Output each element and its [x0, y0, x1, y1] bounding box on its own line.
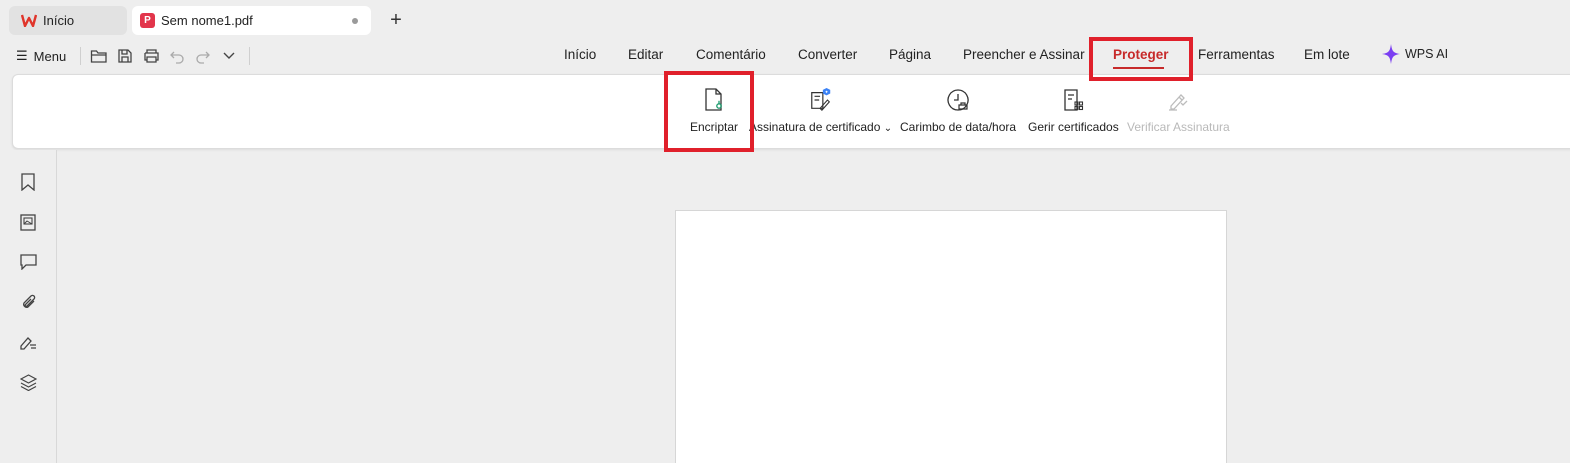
- verify-signature-icon: [1166, 88, 1190, 112]
- timestamp-icon: [946, 88, 970, 112]
- manage-certificates-button[interactable]: Gerir certificados: [1028, 88, 1119, 134]
- verify-signature-label: Verificar Assinatura: [1127, 120, 1230, 134]
- menu-row: ☰ Menu Início Editar Comentário Converte…: [0, 40, 1570, 72]
- save-icon[interactable]: [115, 46, 135, 66]
- highlight-box-proteger: [1089, 37, 1193, 81]
- chevron-down-icon[interactable]: [219, 46, 239, 66]
- document-page[interactable]: [675, 210, 1227, 463]
- new-tab-button[interactable]: +: [384, 8, 408, 32]
- tab-converter[interactable]: Converter: [798, 47, 857, 62]
- divider: [249, 47, 250, 65]
- timestamp-label: Carimbo de data/hora: [900, 120, 1017, 134]
- tab-document[interactable]: P Sem nome1.pdf: [132, 6, 371, 35]
- svg-text:✦: ✦: [824, 90, 828, 96]
- menu-label: Menu: [33, 48, 67, 64]
- tab-home[interactable]: Início: [9, 6, 127, 35]
- tab-pagina[interactable]: Página: [889, 47, 931, 62]
- tab-home-label: Início: [43, 13, 75, 28]
- bookmark-icon[interactable]: [18, 172, 38, 192]
- timestamp-button[interactable]: Carimbo de data/hora: [900, 88, 1016, 134]
- certificate-signature-label: Assinatura de certificado ⌄: [749, 120, 893, 134]
- print-icon[interactable]: [141, 46, 161, 66]
- manage-certificates-icon: [1061, 88, 1085, 112]
- verify-signature-button[interactable]: Verificar Assinatura: [1127, 88, 1230, 134]
- tab-bar: Início P Sem nome1.pdf +: [0, 0, 1570, 40]
- wps-logo-icon: [21, 14, 37, 28]
- open-folder-icon[interactable]: [89, 46, 109, 66]
- highlight-box-encriptar: [664, 71, 754, 152]
- left-sidebar: [0, 150, 57, 463]
- certificate-signature-button[interactable]: ✦ Assinatura de certificado ⌄: [749, 88, 892, 134]
- tab-em-lote[interactable]: Em lote: [1304, 47, 1350, 62]
- wps-ai-sparkle-icon: [1382, 44, 1400, 64]
- redo-icon[interactable]: [193, 46, 213, 66]
- tab-comentario[interactable]: Comentário: [696, 47, 766, 62]
- hamburger-icon: ☰: [16, 48, 28, 63]
- tab-preencher-e-assinar[interactable]: Preencher e Assinar: [963, 47, 1085, 62]
- tab-document-label: Sem nome1.pdf: [161, 13, 253, 28]
- comment-icon[interactable]: [18, 252, 38, 272]
- undo-icon[interactable]: [167, 46, 187, 66]
- menu-button[interactable]: ☰ Menu: [16, 45, 66, 67]
- divider: [80, 47, 81, 65]
- chevron-down-icon: ⌄: [883, 123, 893, 134]
- attachment-icon[interactable]: [18, 292, 38, 312]
- tab-wps-ai-label: WPS AI: [1405, 47, 1449, 61]
- tab-ferramentas[interactable]: Ferramentas: [1198, 47, 1275, 62]
- signature-icon[interactable]: [18, 332, 38, 352]
- tab-inicio[interactable]: Início: [564, 47, 596, 62]
- layers-icon[interactable]: [18, 372, 38, 392]
- tab-wps-ai[interactable]: WPS AI: [1382, 44, 1448, 64]
- thumbnail-icon[interactable]: [18, 212, 38, 232]
- unsaved-dot-icon[interactable]: [352, 18, 358, 24]
- manage-certificates-label: Gerir certificados: [1028, 120, 1119, 134]
- certificate-signature-icon: ✦: [809, 88, 833, 112]
- tab-editar[interactable]: Editar: [628, 47, 663, 62]
- pdf-file-icon: P: [140, 13, 155, 28]
